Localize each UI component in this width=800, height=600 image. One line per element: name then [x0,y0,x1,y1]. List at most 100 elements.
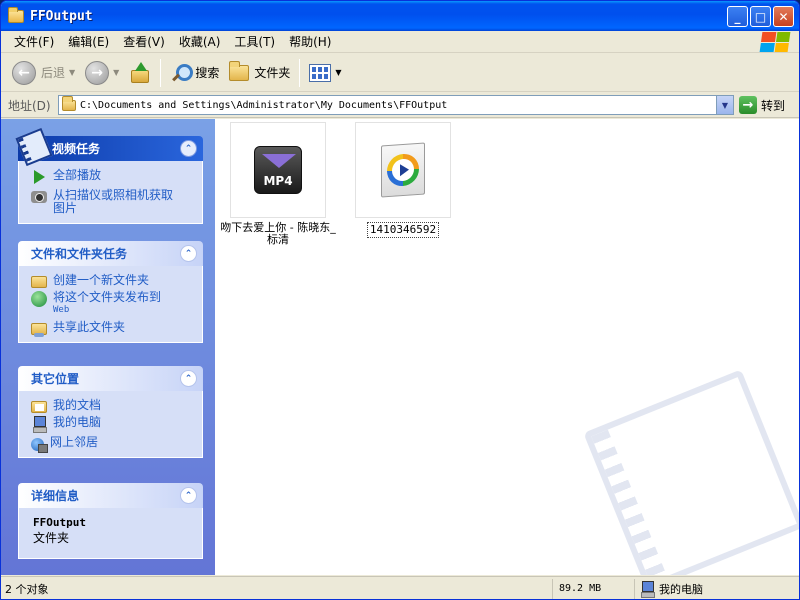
address-input[interactable]: C:\Documents and Settings\Administrator\… [58,95,734,115]
mp4-icon-label: MP4 [263,174,293,188]
place-network[interactable]: 网上邻居 [31,436,190,453]
folder-tasks-title: 文件和文件夹任务 [31,247,128,261]
window-controls: _ □ ✕ [727,6,794,27]
media-player-file-icon [381,142,425,198]
publish-globe-icon [31,291,47,307]
go-button[interactable]: → 转到 [739,96,785,114]
task-share-folder[interactable]: 共享此文件夹 [31,320,190,337]
task-new-folder[interactable]: 创建一个新文件夹 [31,273,190,288]
address-path: C:\Documents and Settings\Administrator\… [80,99,448,111]
video-tasks-panel: 视频任务 ⌃ 全部播放 从扫描仪或照相机获取图片 [15,127,203,224]
new-folder-icon [31,276,47,288]
task-pane: 视频任务 ⌃ 全部播放 从扫描仪或照相机获取图片 文件和文件夹任务 ⌃ 创建一个… [1,119,215,575]
back-label: 后退 [41,66,66,80]
task-play-all[interactable]: 全部播放 [31,169,190,185]
task-label: 创建一个新文件夹 [53,273,150,287]
status-zone-label: 我的电脑 [659,582,703,596]
search-button[interactable]: 搜索 [165,57,224,89]
menu-view[interactable]: 查看(V) [116,33,172,50]
address-bar: 地址(D) C:\Documents and Settings\Administ… [1,93,799,118]
task-publish-web[interactable]: 将这个文件夹发布到 Web [31,291,190,317]
folders-button[interactable]: 文件夹 [224,57,295,89]
file-item[interactable]: 1410346592 [343,122,463,238]
task-label: 共享此文件夹 [53,320,126,334]
explorer-window: FFOutput _ □ ✕ 文件(F) 编辑(E) 查看(V) 收藏(A) 工… [0,0,800,600]
camera-icon [31,191,47,203]
share-folder-icon [31,323,47,337]
video-tasks-title: 视频任务 [52,142,101,156]
place-my-computer[interactable]: 我的电脑 [31,415,190,433]
folders-label: 文件夹 [254,66,291,80]
other-places-title: 其它位置 [31,372,80,386]
status-object-count: 2 个对象 [1,578,553,599]
my-computer-icon [31,416,47,433]
folders-icon [229,60,250,81]
film-strip-icon [15,127,53,167]
menu-tools[interactable]: 工具(T) [227,33,282,50]
file-list-area[interactable]: MP4 吻下去爱上你 - 陈晓东_标清 1410346592 [215,119,799,575]
toolbar-divider [160,58,162,87]
back-button[interactable]: ← 后退 ▼ [7,57,80,89]
folder-tasks-header[interactable]: 文件和文件夹任务 ⌃ [18,241,203,266]
address-label: 地址(D) [8,98,51,113]
file-item[interactable]: MP4 吻下去爱上你 - 陈晓东_标清 [218,122,338,246]
menu-favorites[interactable]: 收藏(A) [172,33,228,50]
status-size: 89.2 MB [553,578,635,599]
folder-tasks-panel: 文件和文件夹任务 ⌃ 创建一个新文件夹 将这个文件夹发布到 Web 共享此文件夹 [18,241,203,343]
collapse-chevron-icon[interactable]: ⌃ [180,370,197,387]
other-places-body: 我的文档 我的电脑 网上邻居 [18,391,203,458]
place-label: 我的电脑 [53,415,102,429]
task-label: 将这个文件夹发布到 Web [53,291,161,317]
go-label: 转到 [761,98,786,113]
folder-icon [8,6,24,23]
task-label: 从扫描仪或照相机获取图片 [53,188,174,215]
menu-help[interactable]: 帮助(H) [282,33,338,50]
folder-up-icon [129,61,151,84]
search-label: 搜索 [195,66,220,80]
place-my-documents[interactable]: 我的文档 [31,398,190,413]
publish-label: 将这个文件夹发布到 [53,290,162,304]
task-get-from-scanner[interactable]: 从扫描仪或照相机获取图片 [31,189,190,215]
maximize-button[interactable]: □ [750,6,771,27]
toolbar: ← 后退 ▼ → ▼ 搜索 文件夹 ▼ [1,54,799,92]
title-bar[interactable]: FFOutput _ □ ✕ [1,1,799,31]
details-body: FFOutput 文件夹 [18,508,203,559]
status-zone: 我的电脑 [635,579,785,599]
other-places-header[interactable]: 其它位置 ⌃ [18,366,203,391]
forward-button[interactable]: → ▼ [80,57,124,89]
views-button[interactable]: ▼ [304,57,346,89]
details-folder-name: FFOutput [33,516,86,529]
menu-file[interactable]: 文件(F) [7,33,61,50]
collapse-chevron-icon[interactable]: ⌃ [180,487,197,504]
video-tasks-header[interactable]: 视频任务 ⌃ [15,127,203,167]
collapse-chevron-icon[interactable]: ⌃ [180,245,197,262]
collapse-chevron-icon[interactable]: ⌃ [180,140,197,157]
task-label: 全部播放 [53,168,102,182]
up-button[interactable] [124,57,156,89]
window-title: FFOutput [30,8,93,24]
menu-edit[interactable]: 编辑(E) [61,33,116,50]
details-header[interactable]: 详细信息 ⌃ [18,483,203,508]
status-bar: 2 个对象 89.2 MB 我的电脑 [1,576,799,599]
details-folder-type: 文件夹 [33,531,70,545]
details-panel: 详细信息 ⌃ FFOutput 文件夹 [18,483,203,559]
my-computer-icon [639,580,655,598]
details-title: 详细信息 [31,489,80,503]
address-dropdown-button[interactable]: ▼ [716,96,733,114]
views-icon [309,63,332,82]
place-label: 我的文档 [53,398,102,412]
minimize-button[interactable]: _ [727,6,748,27]
publish-sub-label: Web [53,305,70,315]
file-name: 吻下去爱上你 - 陈晓东_标清 [220,221,336,246]
forward-arrow-icon: → [85,60,110,85]
video-folder-watermark-icon [583,369,799,575]
my-documents-icon [31,401,47,413]
toolbar-divider [299,58,301,87]
folder-tasks-body: 创建一个新文件夹 将这个文件夹发布到 Web 共享此文件夹 [18,266,203,343]
file-thumbnail: MP4 [230,122,326,218]
chevron-down-icon: ▼ [113,68,120,77]
network-icon [31,438,48,453]
chevron-down-icon: ▼ [69,68,76,77]
close-button[interactable]: ✕ [773,6,794,27]
menu-bar: 文件(F) 编辑(E) 查看(V) 收藏(A) 工具(T) 帮助(H) [1,31,799,53]
